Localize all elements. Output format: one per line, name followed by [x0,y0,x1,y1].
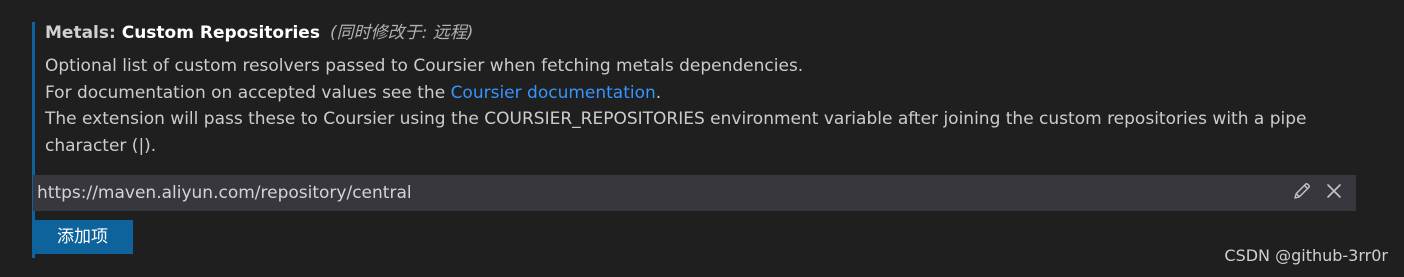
setting-label: Custom Repositories [121,23,320,43]
description-line-1: Optional list of custom resolvers passed… [45,56,804,76]
coursier-documentation-link[interactable]: Coursier documentation [451,83,656,103]
description-line-2-suffix: . [655,82,662,103]
setting-title: Metals: Custom Repositories (同时修改于: 远程) [45,22,1372,44]
setting-content: Metals: Custom Repositories (同时修改于: 远程) O… [45,22,1372,159]
watermark: CSDN @github-3rr0r [1224,246,1388,265]
setting-category: Metals: [45,23,122,43]
setting-item-custom-repositories: Metals: Custom Repositories (同时修改于: 远程) O… [32,22,1372,258]
add-item-button[interactable]: 添加项 [32,220,133,254]
remove-item-button[interactable] [1320,179,1348,207]
description-line-2-prefix: For documentation on accepted values see… [45,82,451,103]
edit-item-button[interactable] [1288,179,1316,207]
list-item-actions [1284,175,1348,211]
description-line-2: For documentation on accepted values see… [45,80,1335,107]
list-item[interactable]: https://maven.aliyun.com/repository/cent… [33,175,1356,211]
list-item-value: https://maven.aliyun.com/repository/cent… [37,183,412,203]
close-icon [1325,182,1343,204]
pencil-icon [1292,181,1312,205]
setting-description: Optional list of custom resolvers passed… [45,53,1335,159]
modified-elsewhere-note[interactable]: (同时修改于: 远程) [330,23,473,43]
description-line-3: The extension will pass these to Coursie… [45,109,1307,156]
